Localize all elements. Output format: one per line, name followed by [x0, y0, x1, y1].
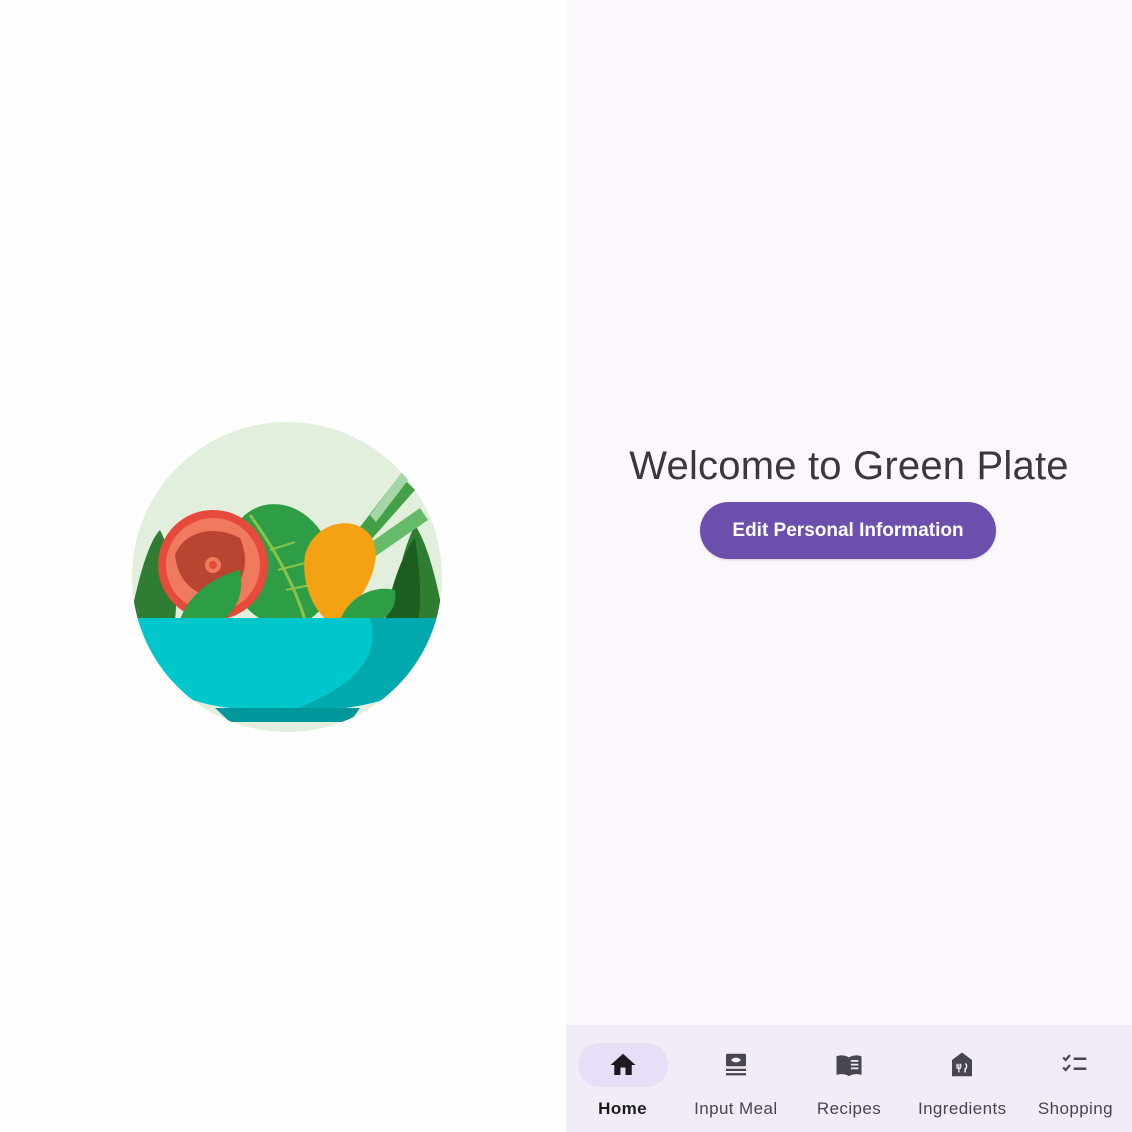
bottom-navigation-bar: Home Input Meal Recipes Ingredients Shop…: [566, 1025, 1132, 1132]
salad-bowl-logo: [130, 420, 444, 734]
edit-personal-information-button[interactable]: Edit Personal Information: [700, 502, 996, 559]
welcome-heading: Welcome to Green Plate: [629, 444, 1069, 488]
home-icon: [610, 1053, 636, 1075]
nav-item-ingredients[interactable]: Ingredients: [906, 1025, 1019, 1132]
nav-item-recipes[interactable]: Recipes: [792, 1025, 905, 1132]
nav-item-shopping[interactable]: Shopping: [1019, 1025, 1132, 1132]
nav-pill-recipes: [804, 1043, 894, 1087]
home-screen: Welcome to Green Plate Edit Personal Inf…: [566, 0, 1132, 1132]
nav-label-shopping: Shopping: [1037, 1099, 1113, 1118]
splash-panel: [0, 0, 566, 1132]
checklist-icon: [1062, 1054, 1087, 1072]
nav-pill-home: [577, 1043, 668, 1087]
recipe-book-icon: [836, 1055, 862, 1077]
meal-input-icon: [725, 1053, 746, 1076]
nav-pill-input-meal: [691, 1043, 781, 1087]
nav-label-recipes: Recipes: [816, 1099, 882, 1118]
nav-label-ingredients: Ingredients: [917, 1099, 1007, 1118]
nav-label-input-meal: Input Meal: [694, 1099, 778, 1118]
nav-item-home[interactable]: Home: [566, 1025, 679, 1132]
app-root: Welcome to Green Plate Edit Personal Inf…: [0, 0, 1132, 1132]
nav-label-home: Home: [598, 1099, 648, 1118]
nav-pill-ingredients: [917, 1043, 1007, 1087]
pantry-icon: [952, 1052, 973, 1077]
nav-pill-shopping: [1030, 1043, 1120, 1087]
nav-item-input-meal[interactable]: Input Meal: [679, 1025, 792, 1132]
